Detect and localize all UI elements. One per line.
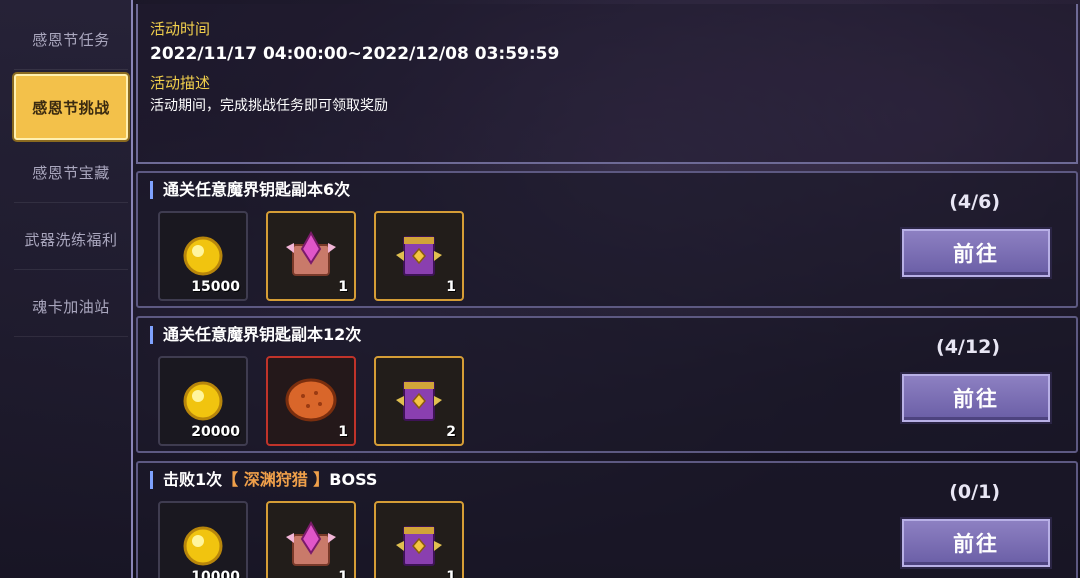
reward-quantity: 1 [446,279,456,295]
gold-coin-icon [183,526,223,566]
reward-quantity: 20000 [191,424,240,440]
task-progress: (4/12) [936,336,1000,358]
task-title-suffix: BOSS [329,470,378,489]
task-title-highlight: 【 深渊狩猎 】 [222,470,330,489]
description-value: 活动期间，完成挑战任务即可领取奖励 [150,98,388,114]
time-label: 活动时间 [150,20,211,38]
reward-slot[interactable]: 1 [374,211,464,301]
sidebar-item-label: 感恩节挑战 [32,98,110,117]
activity-info-panel: 活动时间 2022/11/17 04:00:00~2022/12/08 03:5… [136,4,1078,164]
go-button[interactable]: 前往 [902,519,1050,567]
reward-quantity: 1 [338,279,348,295]
time-value: 2022/11/17 04:00:00~2022/12/08 03:59:59 [150,44,560,64]
reward-slot[interactable]: 20000 [158,356,248,446]
reward-slot[interactable]: 2 [374,356,464,446]
task-card: 通关任意魔界钥匙副本12次 20000 1 2 (4/12) 前往 [136,316,1078,453]
sidebar-item-label: 感恩节任务 [32,31,110,49]
reward-quantity: 1 [338,569,348,578]
sidebar-item-thanksgiving-challenge[interactable]: 感恩节挑战 [14,74,128,140]
task-progress: (0/1) [949,481,1000,503]
purple-gem-box-icon [396,526,442,566]
go-button[interactable]: 前往 [902,374,1050,422]
go-button[interactable]: 前往 [902,229,1050,277]
sidebar: 感恩节任务 感恩节挑战 感恩节宝藏 武器洗练福利 魂卡加油站 [0,0,133,578]
task-title: 通关任意魔界钥匙副本6次 [150,181,350,199]
reward-slot[interactable]: 1 [266,211,356,301]
task-card: 通关任意魔界钥匙副本6次 15000 1 1 (4/6) 前往 [136,171,1078,308]
reward-quantity: 15000 [191,279,240,295]
reward-quantity: 10000 [191,569,240,578]
reward-quantity: 2 [446,424,456,440]
task-card: 击败1次【 深渊狩猎 】BOSS 10000 1 1 (0/1) 前往 [136,461,1078,578]
task-progress: (4/6) [949,191,1000,213]
reward-slot[interactable]: 10000 [158,501,248,578]
description-label: 活动描述 [150,74,211,92]
sidebar-item-label: 魂卡加油站 [32,298,110,316]
reward-slot[interactable]: 1 [374,501,464,578]
sidebar-item-label: 武器洗练福利 [24,231,118,249]
task-title-prefix: 击败1次 [163,470,223,489]
sidebar-item-thanksgiving-treasure[interactable]: 感恩节宝藏 [14,143,128,203]
reward-slot[interactable]: 15000 [158,211,248,301]
reward-slot[interactable]: 1 [266,501,356,578]
task-title: 击败1次【 深渊狩猎 】BOSS [150,471,377,489]
sidebar-item-soul-card-station[interactable]: 魂卡加油站 [14,277,128,337]
task-title: 通关任意魔界钥匙副本12次 [150,326,361,344]
reward-slot[interactable]: 1 [266,356,356,446]
reward-quantity: 1 [446,569,456,578]
sidebar-item-thanksgiving-tasks[interactable]: 感恩节任务 [14,10,128,70]
sidebar-item-weapon-refine-welfare[interactable]: 武器洗练福利 [14,210,128,270]
sidebar-item-label: 感恩节宝藏 [32,164,110,182]
reward-quantity: 1 [338,424,348,440]
pink-crystal-chest-icon [286,520,336,566]
